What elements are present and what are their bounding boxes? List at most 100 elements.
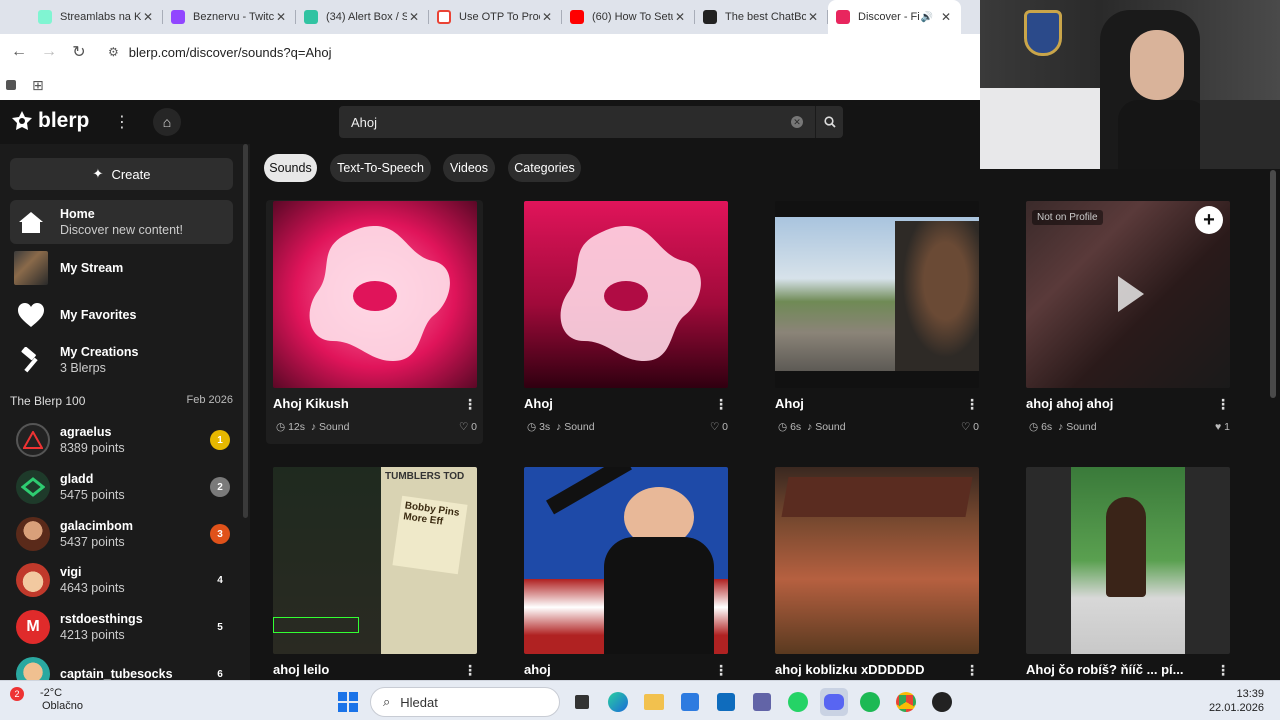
card-title[interactable]: Ahoj čo robíš? ňííč ... pí... ⋮ [1026,662,1230,679]
taskbar-search-input[interactable]: ⌕ Hledat [370,687,560,717]
tab-videos[interactable]: Videos [443,154,495,182]
browser-tab[interactable]: Use OTP To Proc ✕ [429,0,562,34]
edge-icon[interactable] [604,688,632,716]
create-button[interactable]: ✦ Create [10,158,233,190]
search-input[interactable]: Ahoj ✕ [339,106,815,138]
more-options-icon[interactable]: ⋮ [714,662,728,679]
more-options-icon[interactable]: ⋮ [714,396,728,413]
leaderboard-row[interactable]: captain_tubesocks 6 [16,654,230,680]
sound-card-thumbnail[interactable] [524,467,728,654]
sidebar-item-my-stream[interactable]: My Stream [10,248,233,288]
store-icon[interactable] [676,688,704,716]
clock-icon: ◷ [778,421,791,433]
chrome-icon[interactable] [892,688,920,716]
tab-sounds[interactable]: Sounds [264,154,317,182]
more-options-icon[interactable]: ⋮ [965,662,979,679]
speaker-icon[interactable]: 🔊 [921,12,933,23]
card-title[interactable]: ahoj ahoj ahoj ⋮ [1026,396,1230,413]
sound-card-thumbnail[interactable] [273,201,477,388]
tab-text-to-speech[interactable]: Text-To-Speech [330,154,431,182]
close-tab-icon[interactable]: ✕ [407,10,421,24]
sidebar-scrollbar[interactable] [243,144,248,518]
avatar [16,470,50,504]
whatsapp-icon[interactable] [784,688,812,716]
card-meta: ◷ 12s ♪ Sound ♡ 0 [276,421,477,433]
tab-categories[interactable]: Categories [508,154,581,182]
sound-card-thumbnail[interactable] [775,201,979,388]
outlook-icon[interactable] [712,688,740,716]
heart-outline-icon[interactable]: ♡ [961,421,973,433]
search-button[interactable] [815,106,843,138]
more-options-icon[interactable]: ⋮ [965,396,979,413]
card-title[interactable]: ahoj koblizku xDDDDDD ⋮ [775,662,979,679]
more-options-icon[interactable]: ⋮ [1216,396,1230,413]
rank-badge: 6 [217,668,223,680]
blerp-100-header: The Blerp 100 Feb 2026 [10,394,233,408]
forward-icon[interactable]: → [34,43,64,61]
close-tab-icon[interactable]: ✕ [806,10,820,24]
sound-card-thumbnail[interactable]: TUMBLERS TOD Bobby Pins More Eff [273,467,477,654]
leaderboard-row[interactable]: M rstdoesthings 4213 points 5 [16,607,230,647]
shield-icon [1024,10,1062,56]
discord-icon[interactable] [820,688,848,716]
stop-icon[interactable] [6,80,16,90]
close-tab-icon[interactable]: ✕ [274,10,288,24]
url-field[interactable]: ⚙ blerp.com/discover/sounds?q=Ahoj [100,38,940,66]
browser-tab[interactable]: Streamlabs na Ki ✕ [30,0,163,34]
more-options-icon[interactable]: ⋮ [463,662,477,679]
windows-start-icon[interactable] [334,688,362,716]
card-title[interactable]: Ahoj ⋮ [775,396,979,413]
close-tab-icon[interactable]: ✕ [141,10,155,24]
browser-tab-active[interactable]: Discover - Fi 🔊 ✕ [828,0,961,34]
browser-tab[interactable]: The best ChatBo ✕ [695,0,828,34]
avatar: M [16,610,50,644]
sound-card-thumbnail[interactable] [1026,467,1230,654]
sound-card-thumbnail[interactable] [775,467,979,654]
card-title[interactable]: ahoj ⋮ [524,662,728,679]
apps-grid-icon[interactable]: ⊞ [32,77,44,94]
heart-outline-icon[interactable]: ♡ [710,421,722,433]
browser-tab[interactable]: (60) How To Setu ✕ [562,0,695,34]
more-options-icon[interactable]: ⋮ [1216,662,1230,679]
obs-icon[interactable] [928,688,956,716]
spotify-icon[interactable] [856,688,884,716]
play-icon[interactable] [1118,276,1144,312]
close-tab-icon[interactable]: ✕ [939,10,953,24]
sound-card-thumbnail[interactable] [524,201,728,388]
rank-badge: 4 [217,574,223,586]
more-menu-icon[interactable]: ⋮ [114,112,130,132]
sidebar-item-home[interactable]: Home Discover new content! [10,200,233,244]
card-title[interactable]: Ahoj ⋮ [524,396,728,413]
back-icon[interactable]: ← [4,43,34,61]
browser-tab[interactable]: (34) Alert Box / S ✕ [296,0,429,34]
browser-tab[interactable]: Beznervu - Twitc ✕ [163,0,296,34]
blerp-logo[interactable]: blerp [10,109,89,133]
sidebar-item-my-favorites[interactable]: My Favorites [10,295,233,335]
rank-badge: 3 [210,524,230,544]
main-scrollbar[interactable] [1270,170,1276,398]
search-icon: ⌕ [383,694,391,709]
sidebar-item-my-creations[interactable]: My Creations 3 Blerps [10,340,233,380]
heart-outline-icon[interactable]: ♡ [459,421,471,433]
card-title[interactable]: Ahoj Kikush ⋮ [273,396,477,413]
leaderboard-row[interactable]: vigi 4643 points 4 [16,560,230,600]
leaderboard-row[interactable]: agraelus 8389 points 1 [16,420,230,460]
weather-widget[interactable]: -2°C Oblačno [40,687,83,713]
teams-icon[interactable] [748,688,776,716]
site-info-icon[interactable]: ⚙ [108,45,119,59]
leaderboard-row[interactable]: gladd 5475 points 2 [16,467,230,507]
weather-icon[interactable]: 2 [10,687,24,701]
add-icon[interactable]: + [1195,206,1223,234]
more-options-icon[interactable]: ⋮ [463,396,477,413]
system-clock[interactable]: 13:39 22.01.2026 [1209,687,1264,715]
task-view-icon[interactable] [568,688,596,716]
reload-icon[interactable]: ↻ [64,42,94,62]
close-tab-icon[interactable]: ✕ [540,10,554,24]
close-tab-icon[interactable]: ✕ [673,10,687,24]
heart-filled-icon[interactable]: ♥ [1215,421,1224,433]
home-icon[interactable]: ⌂ [153,108,181,136]
leaderboard-row[interactable]: galacimbom 5437 points 3 [16,514,230,554]
file-explorer-icon[interactable] [640,688,668,716]
clear-search-icon[interactable]: ✕ [791,116,803,128]
card-title[interactable]: ahoj leilo ⋮ [273,662,477,679]
